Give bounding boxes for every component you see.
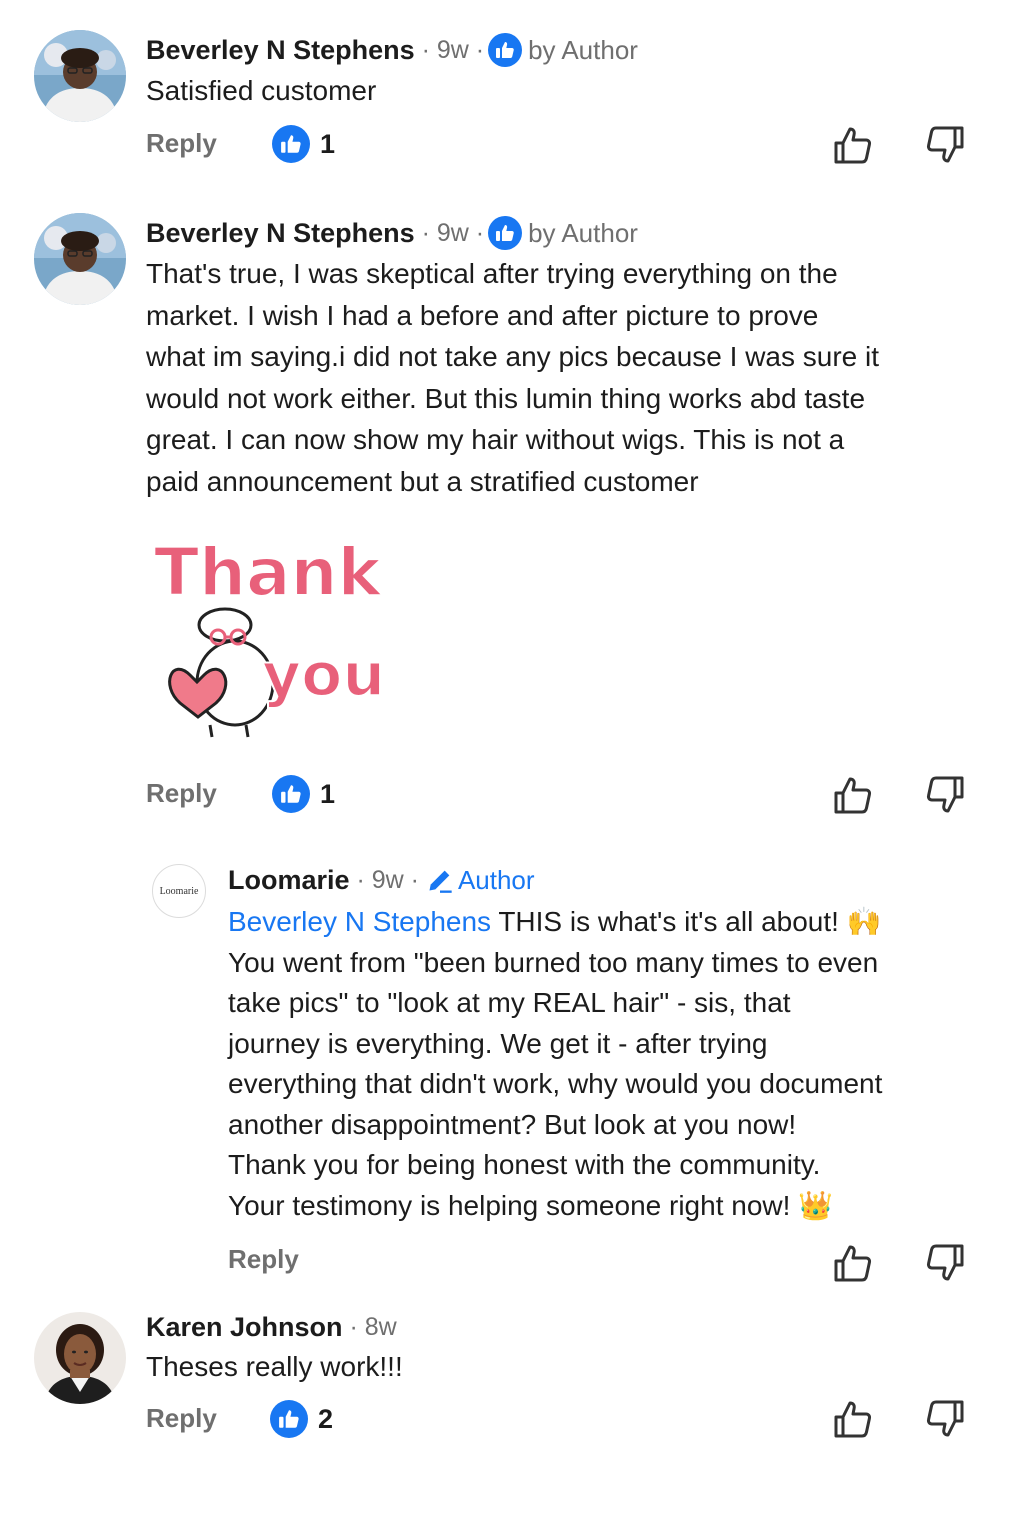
separator-dot: · bbox=[468, 219, 485, 247]
thumbs-up-icon[interactable] bbox=[832, 1242, 874, 1284]
comment-header: Beverley N Stephens · 9w · by Author bbox=[146, 33, 638, 67]
author-name[interactable]: Loomarie bbox=[228, 863, 350, 897]
reaction-count[interactable]: 1 bbox=[272, 125, 335, 163]
like-reaction-icon bbox=[272, 125, 310, 163]
reaction-count[interactable]: 1 bbox=[272, 775, 335, 813]
reply-button[interactable]: Reply bbox=[146, 778, 217, 809]
author-label: Author bbox=[457, 865, 535, 895]
separator-dot: · bbox=[414, 219, 437, 247]
avatar[interactable] bbox=[34, 213, 126, 305]
reply-button[interactable]: Reply bbox=[146, 1403, 217, 1434]
liked-by-author-icon bbox=[488, 216, 523, 250]
separator-dot: · bbox=[342, 1313, 365, 1341]
comment-text: Satisfied customer bbox=[146, 75, 377, 106]
comment-line: another disappointment? But look at you … bbox=[228, 1108, 797, 1140]
like-count: 2 bbox=[318, 1403, 334, 1434]
reply-button[interactable]: Reply bbox=[228, 1244, 299, 1275]
thumbs-down-icon[interactable] bbox=[924, 1242, 966, 1284]
timestamp[interactable]: 9w bbox=[437, 33, 469, 67]
comment-line: Beverley N Stephens THIS is what's it's … bbox=[228, 902, 882, 943]
author-name[interactable]: Beverley N Stephens bbox=[146, 33, 415, 67]
avatar-image bbox=[34, 30, 126, 122]
liked-by-author-label: by Author bbox=[528, 218, 638, 248]
comment-line: great. I can now show my hair without wi… bbox=[146, 424, 845, 455]
comment-line: journey is everything. We get it - after… bbox=[228, 1027, 768, 1059]
thumbs-down-icon[interactable] bbox=[924, 1398, 966, 1440]
reaction-count[interactable]: 2 bbox=[270, 1400, 333, 1438]
separator-dot: · bbox=[414, 36, 437, 64]
avatar-image bbox=[34, 1312, 126, 1404]
liked-by-author-label: by Author bbox=[528, 35, 638, 65]
avatar[interactable] bbox=[34, 1312, 126, 1404]
like-reaction-icon bbox=[272, 775, 310, 813]
comment-line: You went from "been burned too many time… bbox=[228, 946, 879, 978]
timestamp[interactable]: 8w bbox=[365, 1310, 397, 1344]
sticker-text-you: you bbox=[262, 640, 385, 710]
page-logo-avatar[interactable]: Loomarie bbox=[152, 864, 206, 918]
comment-header: Beverley N Stephens · 9w · by Author bbox=[146, 216, 638, 250]
mention-link[interactable]: Beverley N Stephens bbox=[228, 906, 491, 937]
comment-line: Thank you for being honest with the comm… bbox=[228, 1149, 821, 1180]
comment-line: would not work either. But this lumin th… bbox=[146, 382, 866, 414]
reply-button[interactable]: Reply bbox=[146, 128, 217, 159]
comment-line: Your testimony is helping someone right … bbox=[228, 1189, 834, 1221]
thank-you-sticker[interactable]: Thank you bbox=[150, 525, 400, 740]
comment-line: what im saying.i did not take any pics b… bbox=[146, 341, 880, 372]
liked-by-author-icon bbox=[488, 33, 523, 67]
sticker-artwork: Thank you bbox=[153, 533, 386, 738]
timestamp[interactable]: 9w bbox=[372, 863, 404, 897]
pencil-icon bbox=[426, 866, 454, 894]
like-count: 1 bbox=[320, 128, 336, 159]
comment-line: That's true, I was skeptical after tryin… bbox=[146, 258, 838, 289]
thumbs-down-icon[interactable] bbox=[924, 124, 966, 166]
like-count: 1 bbox=[320, 778, 336, 809]
comment-line: take pics" to "look at my REAL hair" - s… bbox=[228, 987, 791, 1018]
timestamp[interactable]: 9w bbox=[437, 216, 469, 250]
avatar-image bbox=[34, 213, 126, 305]
comment-text: Theses really work!!! bbox=[146, 1351, 403, 1382]
avatar[interactable] bbox=[34, 30, 126, 122]
comment-line-text: THIS is what's it's all about! 🙌 bbox=[498, 906, 882, 937]
thumbs-up-icon[interactable] bbox=[832, 774, 874, 816]
separator-dot: · bbox=[349, 866, 372, 894]
author-name[interactable]: Beverley N Stephens bbox=[146, 216, 415, 250]
logo-text: Loomarie bbox=[159, 885, 199, 897]
comment-header: Loomarie · 9w · Author bbox=[228, 863, 535, 897]
author-name[interactable]: Karen Johnson bbox=[146, 1310, 343, 1344]
sticker-text-thank: Thank bbox=[154, 534, 384, 611]
separator-dot: · bbox=[403, 866, 426, 894]
comment-header: Karen Johnson · 8w bbox=[146, 1310, 397, 1344]
comment-line: market. I wish I had a before and after … bbox=[146, 299, 819, 331]
comment-line: everything that didn't work, why would y… bbox=[228, 1068, 883, 1099]
comment-text: That's true, I was skeptical after tryin… bbox=[146, 253, 879, 502]
comment-text: Beverley N Stephens THIS is what's it's … bbox=[228, 902, 882, 1226]
thumbs-up-icon[interactable] bbox=[832, 1398, 874, 1440]
comment-line: paid announcement but a stratified custo… bbox=[146, 465, 699, 497]
thumbs-down-icon[interactable] bbox=[924, 774, 966, 816]
thumbs-up-icon[interactable] bbox=[832, 124, 874, 166]
separator-dot: · bbox=[468, 36, 485, 64]
like-reaction-icon bbox=[270, 1400, 308, 1438]
